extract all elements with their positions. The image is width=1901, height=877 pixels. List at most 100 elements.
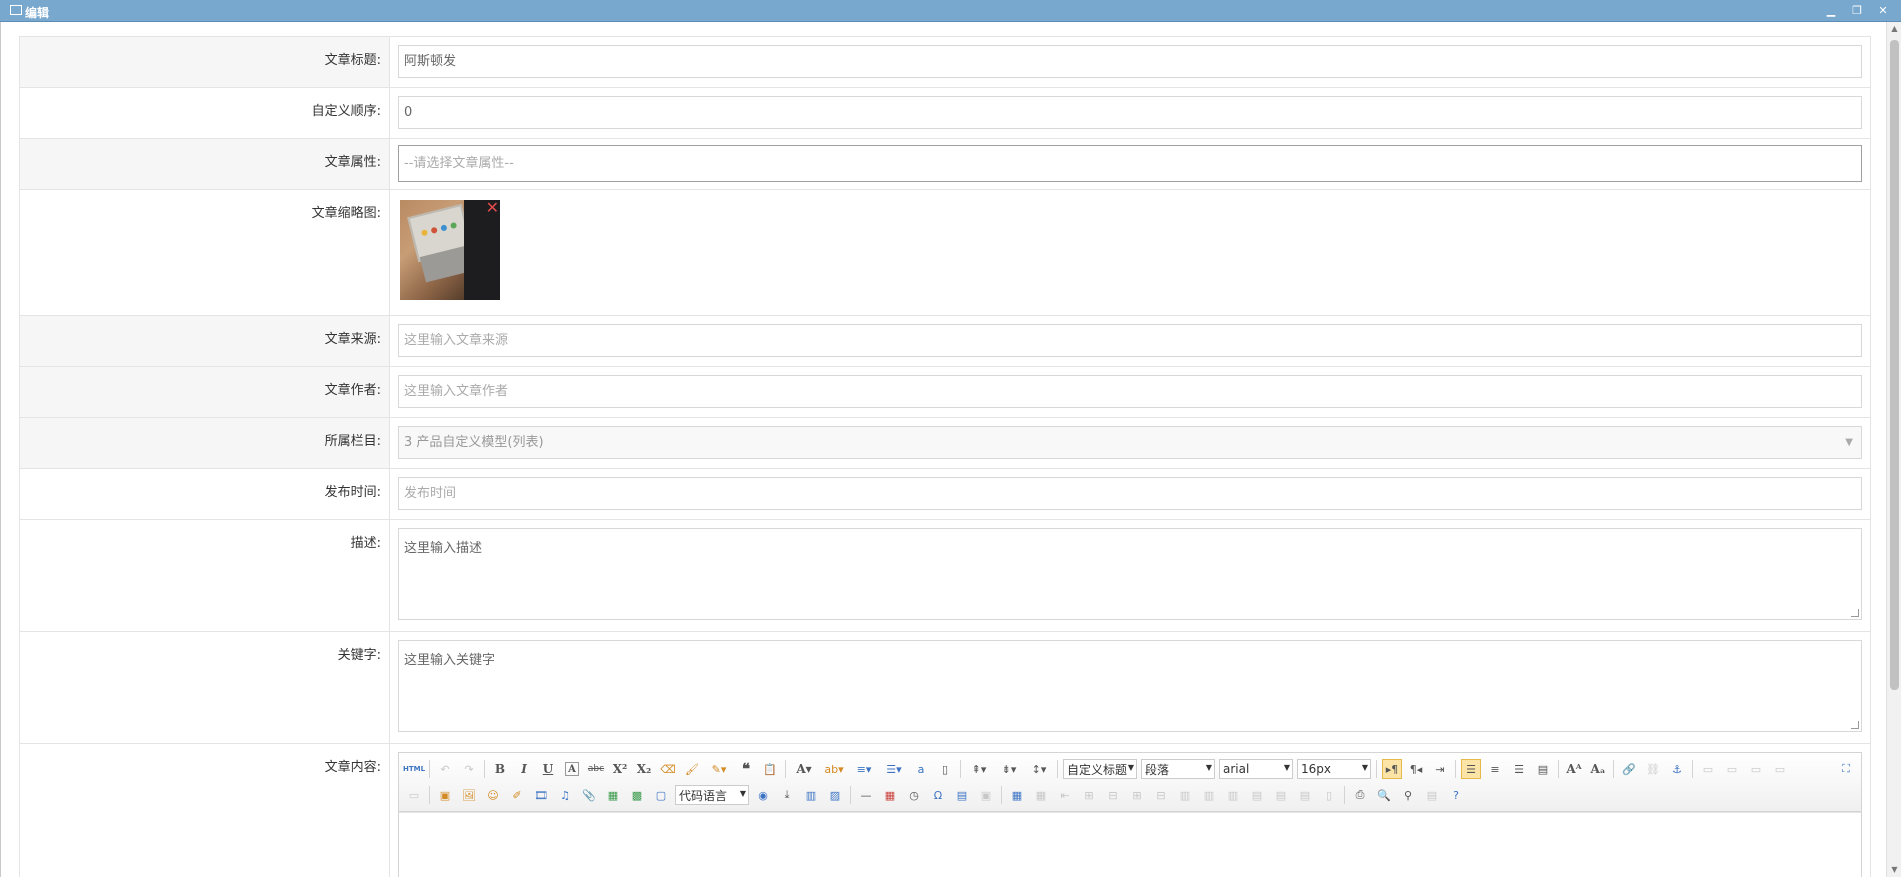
close-icon[interactable]: ✕ [1875,3,1891,19]
map-icon[interactable]: ▦ [603,785,623,805]
rtl-direction-icon[interactable]: ¶◂ [1406,759,1426,779]
font-border-icon[interactable]: A [565,762,579,776]
title-input[interactable]: 阿斯顿发 [398,45,1862,78]
font-color-icon[interactable]: A▾ [791,759,817,779]
print-icon[interactable]: ⎙ [1350,785,1370,805]
redo-icon[interactable]: ↷ [459,759,479,779]
split-rows-icon[interactable]: ▤ [1271,785,1291,805]
scroll-down-icon[interactable]: ▼ [1887,863,1901,877]
paragraph-select[interactable]: 段落 ▼ [1141,759,1215,779]
italic-icon[interactable]: I [514,759,534,779]
font-family-select[interactable]: arial ▼ [1219,759,1293,779]
link-icon[interactable]: 🔗 [1619,759,1639,779]
keywords-textarea[interactable]: 这里输入关键字 [398,640,1862,732]
page-break-icon[interactable]: ⤓ [777,785,797,805]
html-source-icon[interactable]: HTML [403,759,425,779]
music-icon[interactable]: ♫ [555,785,575,805]
attribute-select[interactable]: --请选择文章属性-- [398,145,1862,182]
paste-plain-icon[interactable]: 📋 [760,759,780,779]
publish-time-input[interactable]: 发布时间 [398,477,1862,510]
snapscreen-icon[interactable]: ▣ [976,785,996,805]
merge-cells-icon[interactable]: ▥ [1175,785,1195,805]
subscript-icon[interactable]: X₂ [634,759,654,779]
emotion-icon[interactable]: ☺ [483,785,503,805]
scrawl-icon[interactable]: ✐ [507,785,527,805]
order-input[interactable]: 0 [398,96,1862,129]
underline-icon[interactable]: U [538,759,558,779]
wordimage-icon[interactable]: ▤ [952,785,972,805]
undo-icon[interactable]: ↶ [435,759,455,779]
lowercase-icon[interactable]: Aₐ [1588,759,1608,779]
horizontal-rule-icon[interactable]: — [856,785,876,805]
remove-thumbnail-icon[interactable]: ✕ [486,200,499,216]
special-chars-icon[interactable]: Ω [928,785,948,805]
insert-col-icon[interactable]: ⊞ [1127,785,1147,805]
unordered-list-icon[interactable]: ☰▾ [881,759,907,779]
merge-right-icon[interactable]: ▥ [1199,785,1219,805]
split-cols-icon[interactable]: ▤ [1295,785,1315,805]
vertical-scrollbar[interactable]: ▲ ▼ [1886,22,1901,877]
custom-heading-select[interactable]: 自定义标题 ▼ [1063,759,1137,779]
align-center-icon[interactable]: ≡ [1485,759,1505,779]
simple-upload-icon[interactable]: ▣ [435,785,455,805]
insert-paragraph-before-table-icon[interactable]: ⇤ [1055,785,1075,805]
thumbnail-image[interactable]: ✕ [400,200,500,300]
row-spacing-bottom-icon[interactable]: ⇟▾ [996,759,1022,779]
image-left-icon[interactable]: ▭ [1722,759,1742,779]
fullscreen-icon[interactable]: ⛶ [1836,759,1856,779]
ltr-direction-icon[interactable]: ▸¶ [1382,759,1402,779]
align-left-icon[interactable]: ☰ [1461,759,1481,779]
highlight-color-icon[interactable]: ab▾ [821,759,847,779]
resize-grip-icon[interactable] [1851,721,1859,729]
anchor-icon[interactable]: ⚓ [1667,759,1687,779]
bold-icon[interactable]: B [490,759,510,779]
source-input[interactable]: 这里输入文章来源 [398,324,1862,357]
chart-icon[interactable]: ▯ [1319,785,1339,805]
description-textarea[interactable]: 这里输入描述 [398,528,1862,620]
restore-icon[interactable]: ❐ [1849,3,1865,19]
scroll-up-icon[interactable]: ▲ [1887,22,1901,36]
code-language-select[interactable]: 代码语言 ▼ [675,785,749,805]
template-icon[interactable]: ▥ [801,785,821,805]
insert-table-icon[interactable]: ▦ [1007,785,1027,805]
ordered-list-icon[interactable]: ≡▾ [851,759,877,779]
insert-image-icon[interactable]: 🖼 [459,785,479,805]
row-spacing-top-icon[interactable]: ⇞▾ [966,759,992,779]
search-replace-icon[interactable]: ⚲ [1398,785,1418,805]
insert-frame-icon[interactable]: ▢ [651,785,671,805]
minimize-icon[interactable]: ▁ [1823,3,1839,19]
drafts-icon[interactable]: ▤ [1422,785,1442,805]
font-size-select[interactable]: 16px ▼ [1297,759,1371,779]
time-icon[interactable]: ◷ [904,785,924,805]
scrollbar-thumb[interactable] [1890,40,1899,690]
web-app-icon[interactable]: ◉ [753,785,773,805]
indent-icon[interactable]: ⇥ [1430,759,1450,779]
delete-row-icon[interactable]: ⊟ [1103,785,1123,805]
resize-grip-icon[interactable] [1851,609,1859,617]
insert-row-icon[interactable]: ⊞ [1079,785,1099,805]
category-select[interactable]: 3 产品自定义模型(列表) ▼ [398,426,1862,459]
format-brush-icon[interactable]: 🖌 [682,759,702,779]
preview-icon[interactable]: 🔍 [1374,785,1394,805]
delete-col-icon[interactable]: ⊟ [1151,785,1171,805]
attachment-icon[interactable]: 📎 [579,785,599,805]
unlink-icon[interactable]: ⛓ [1643,759,1663,779]
background-icon[interactable]: ▨ [825,785,845,805]
insert-video-icon[interactable]: 🎞 [531,785,551,805]
author-input[interactable]: 这里输入文章作者 [398,375,1862,408]
image-none-icon[interactable]: ▭ [1698,759,1718,779]
strikethrough-icon[interactable]: abc [586,759,606,779]
clear-doc-icon[interactable]: ▯ [935,759,955,779]
align-right-icon[interactable]: ☰ [1509,759,1529,779]
image-right-icon[interactable]: ▭ [1746,759,1766,779]
split-cells-icon[interactable]: ▤ [1247,785,1267,805]
blockquote-icon[interactable]: ❝ [736,759,756,779]
date-icon[interactable]: ▦ [880,785,900,805]
superscript-icon[interactable]: X² [610,759,630,779]
merge-down-icon[interactable]: ▥ [1223,785,1243,805]
delete-table-icon[interactable]: ▦ [1031,785,1051,805]
image-center-align-icon[interactable]: ▭ [404,785,424,805]
align-justify-icon[interactable]: ▤ [1533,759,1553,779]
help-icon[interactable]: ? [1446,785,1466,805]
line-height-icon[interactable]: ↕▾ [1026,759,1052,779]
